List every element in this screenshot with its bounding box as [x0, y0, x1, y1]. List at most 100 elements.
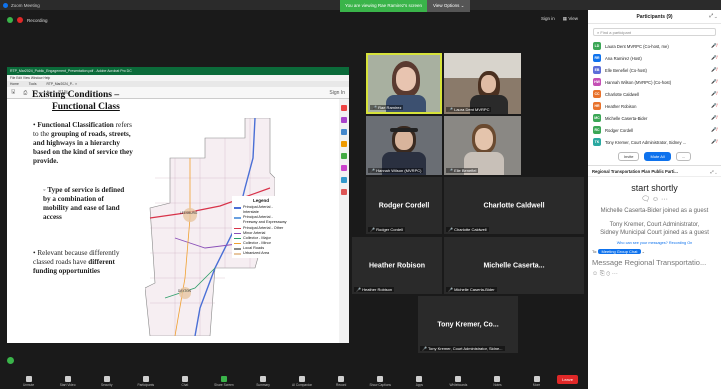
video-name: 🎤 Heather Robison — [354, 287, 395, 292]
toolbar-button[interactable]: Summary — [244, 376, 281, 387]
toolbar-icon — [181, 376, 188, 382]
participant-row[interactable]: RC Rodger Cordell 🎤̸ — [588, 124, 721, 136]
video-tile-laura-dent[interactable]: 🎤 Laura Dent MVRPC — [444, 53, 521, 114]
participant-name: Tony Kremer, Co... — [437, 321, 499, 328]
toolbar-button[interactable]: Unmute — [10, 376, 47, 387]
legend-swatch — [234, 227, 241, 230]
participant-row[interactable]: MC Michelle Caserta-Bider 🎤̸ — [588, 112, 721, 124]
participants-panel: Participants (9) ⤢ ⌄ ⌕ Find a participan… — [588, 10, 721, 389]
video-tile-tony-kremer[interactable]: Tony Kremer, Co... 🎤 Tony Kremer, Court … — [418, 296, 518, 353]
mic-level-icon[interactable] — [7, 357, 14, 364]
tool-icon — [341, 105, 347, 111]
video-name: 🎤 Tony Kremer, Court Administrator, Sidn… — [420, 346, 505, 351]
recording-label: Recording — [27, 17, 48, 23]
legend-swatch — [234, 207, 241, 209]
video-tile-hannah-wilson[interactable]: 🎤 Hannah Wilson (MVRPC) — [366, 116, 442, 175]
signin-link[interactable]: Sign in — [541, 16, 555, 22]
toolbar-icon — [416, 376, 423, 382]
legend-title: Legend — [252, 198, 269, 203]
legend-swatch — [234, 217, 241, 219]
toolbar-icon — [25, 376, 32, 382]
toolbar-button[interactable]: Whiteboards — [440, 376, 477, 387]
video-tile-charlotte-caldwell[interactable]: Charlotte Caldwell 🎤 Charlotte Caldwell — [444, 177, 584, 234]
toolbar-button[interactable]: AI Companion — [284, 376, 321, 387]
tool-icon — [341, 153, 347, 159]
participant-name: Rodger Cordell — [378, 202, 430, 209]
print-icon: ⎙ — [23, 89, 28, 96]
avatar: MC — [593, 114, 601, 122]
pdf-window-title: RTP_Mar2024_Public_Engagement_Presentati… — [7, 67, 349, 75]
tool-icon — [341, 177, 347, 183]
legend-swatch — [234, 253, 241, 255]
toolbar-button[interactable]: Security — [88, 376, 125, 387]
pdf-tab: Tools — [28, 82, 37, 86]
leave-button[interactable]: Leave — [557, 375, 578, 384]
chat-tools[interactable]: ☺ ⎘ ⊙ ··· — [588, 271, 721, 278]
participant-row[interactable]: LD Laura Dent MVRPC (Co-host, me) 🎤̸ — [588, 40, 721, 52]
legend-swatch — [234, 248, 241, 250]
video-tile-heather-robison[interactable]: Heather Robison 🎤 Heather Robison — [352, 237, 442, 294]
toolbar-button[interactable]: Start Video — [49, 376, 86, 387]
toolbar-button[interactable]: Chat — [166, 376, 203, 387]
video-tile-elle-benefiel[interactable]: 🎤 Elle Benefiel — [444, 116, 521, 175]
participant-row[interactable]: TK Tony Kremer, Court Administrator, Sidn… — [588, 136, 721, 148]
chat-message: Tony Kremer, Court Administrator, Sidney… — [600, 222, 709, 237]
toolbar-icon — [220, 376, 227, 382]
tool-icon — [341, 129, 347, 135]
participants-header: Participants (9) ⤢ ⌄ — [588, 10, 721, 24]
participant-name: Hannah Wilson (MVRPC) (Co-host) — [605, 79, 672, 85]
meeting-topbar: Recording Sign in ▦ View — [0, 10, 588, 30]
legend-item: Principal Arterial - Interstate — [234, 205, 288, 215]
muted-mic-icon: 🎤̸ — [711, 139, 717, 144]
participant-search-input[interactable]: ⌕ Find a participant — [593, 28, 716, 36]
video-name: 🎤 Charlotte Caldwell — [446, 227, 489, 232]
security-shield-icon[interactable] — [7, 17, 13, 23]
chat-message-input[interactable]: Message Regional Transportatio... — [588, 254, 721, 271]
popout-icon[interactable]: ⤢ ⌄ — [709, 13, 717, 19]
participant-name: Elle Benefiel (Co-host) — [605, 67, 647, 73]
avatar: HW — [593, 78, 601, 86]
tool-icon — [341, 141, 347, 147]
toolbar-button[interactable]: Notes — [479, 376, 516, 387]
muted-mic-icon: 🎤̸ — [711, 43, 717, 48]
tool-icon — [341, 189, 347, 195]
toolbar-button[interactable]: Show Captions — [362, 376, 399, 387]
video-tile-michelle-caserta[interactable]: Michelle Caserta... 🎤 Michelle Caserta-B… — [444, 237, 584, 294]
avatar: CC — [593, 90, 601, 98]
participant-row[interactable]: CC Charlotte Caldwell 🎤̸ — [588, 88, 721, 100]
toolbar-icon — [494, 376, 501, 382]
mute-all-button[interactable]: Mute All — [644, 152, 671, 161]
toolbar-button[interactable]: More — [518, 376, 555, 387]
invite-button[interactable]: Invite — [617, 152, 640, 161]
video-tile-rae-ramirez[interactable]: 🎤 Rae Ramirez — [366, 53, 442, 114]
chat-reaction-icons[interactable]: 🗨 ☺ ··· — [588, 195, 721, 203]
muted-mic-icon: 🎤̸ — [711, 91, 717, 96]
video-tile-rodger-cordell[interactable]: Rodger Cordell 🎤 Rodger Cordell — [366, 177, 442, 234]
participant-name: Rodger Cordell — [605, 127, 634, 133]
toolbar-button[interactable]: Share Screen — [205, 376, 242, 387]
tool-icon — [341, 165, 347, 171]
popout-icon[interactable]: ⤢ ⌄ — [711, 169, 718, 174]
toolbar-button[interactable]: Participants — [127, 376, 164, 387]
participant-row[interactable]: RR Ana Ramirez (Host) 🎤̸ — [588, 52, 721, 64]
toolbar-button[interactable]: Apps — [401, 376, 438, 387]
muted-mic-icon: 🎤̸ — [711, 103, 717, 108]
chat-visibility-note[interactable]: Who can see your messages? Recording On — [588, 241, 721, 245]
participant-name: Heather Robison — [605, 103, 637, 109]
muted-mic-icon: 🎤̸ — [711, 55, 717, 60]
legend-swatch — [234, 232, 241, 235]
avatar: HR — [593, 102, 601, 110]
toolbar-icon — [260, 376, 266, 382]
participant-name: Charlotte Caldwell — [483, 202, 545, 209]
more-button[interactable]: ... — [675, 152, 692, 161]
legend-item: Urbanized Area — [234, 251, 288, 256]
muted-mic-icon: 🎤̸ — [711, 115, 717, 120]
slide-title: Existing Conditions – Functional Class — [32, 90, 120, 112]
participant-name: Heather Robison — [368, 262, 425, 269]
view-button[interactable]: ▦ View — [563, 16, 578, 22]
participant-row[interactable]: HR Heather Robison 🎤̸ — [588, 100, 721, 112]
participants-actions: Invite Mute All ... — [588, 148, 721, 165]
participant-row[interactable]: EB Elle Benefiel (Co-host) 🎤̸ — [588, 64, 721, 76]
participant-row[interactable]: HW Hannah Wilson (MVRPC) (Co-host) 🎤̸ — [588, 76, 721, 88]
toolbar-button[interactable]: Record — [323, 376, 360, 387]
